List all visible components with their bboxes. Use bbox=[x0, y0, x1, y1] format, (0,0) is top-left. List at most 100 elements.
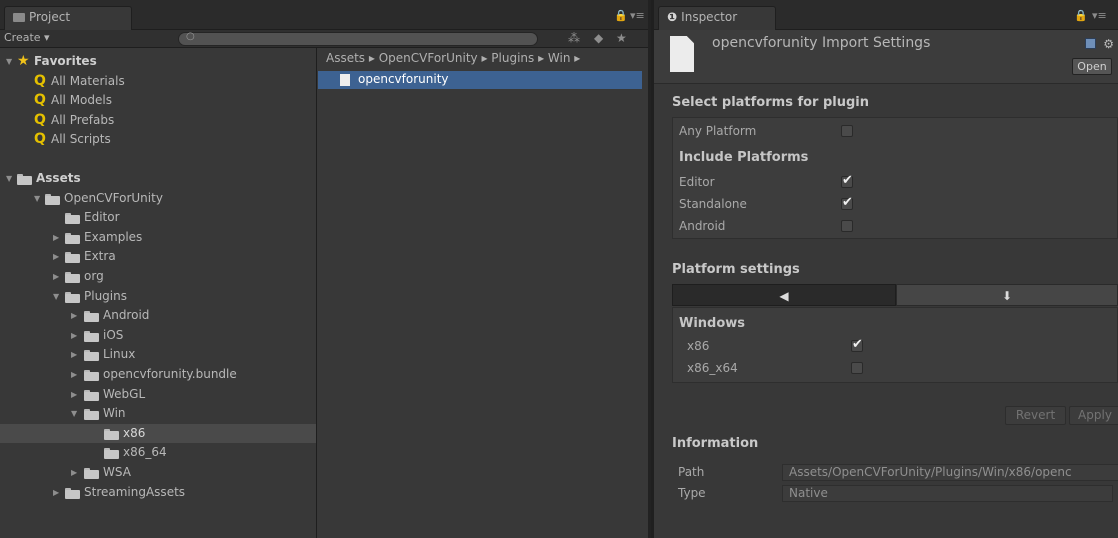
tree-item-examples[interactable]: ▶ Examples bbox=[0, 228, 316, 248]
assets-header[interactable]: ▼ Assets bbox=[0, 169, 316, 189]
expand-arrow-icon[interactable]: ▼ bbox=[71, 404, 77, 424]
tab-android-platform[interactable]: ⬇ bbox=[896, 284, 1118, 306]
filter-by-label-icon[interactable]: ◆ bbox=[594, 31, 603, 45]
tree-item-label: Plugins bbox=[84, 288, 127, 303]
favorites-label: Favorites bbox=[34, 54, 97, 68]
folder-icon bbox=[65, 487, 80, 499]
standalone-platform-icon: ◀ bbox=[779, 289, 789, 303]
document-icon bbox=[340, 74, 350, 86]
project-folder-icon bbox=[13, 13, 25, 22]
assets-label: Assets bbox=[36, 171, 81, 185]
search-icon: ○ bbox=[186, 31, 195, 42]
expand-arrow-icon[interactable]: ▼ bbox=[6, 169, 12, 189]
folder-icon bbox=[84, 311, 99, 323]
x86-checkbox[interactable] bbox=[851, 337, 863, 352]
tree-item-org[interactable]: ▶ org bbox=[0, 267, 316, 287]
project-window: Project 🔒 ▾≡ Create ▾ ○ ⁂ ◆ ★ ▼ ★ Favori… bbox=[0, 0, 648, 538]
project-tab[interactable]: Project bbox=[4, 6, 132, 30]
favorite-item-label: All Scripts bbox=[51, 132, 111, 147]
select-platforms-heading: Select platforms for plugin bbox=[672, 95, 870, 110]
platform-tabs: ◀ ⬇ bbox=[672, 284, 1118, 306]
favorite-star-icon[interactable]: ★ bbox=[616, 31, 627, 45]
folder-icon bbox=[65, 291, 80, 303]
tree-item-webgl[interactable]: ▶ WebGL bbox=[0, 385, 316, 405]
tree-item-label: Win bbox=[103, 406, 126, 421]
tree-item-extra[interactable]: ▶ Extra bbox=[0, 247, 316, 267]
lock-icon[interactable]: 🔒 bbox=[1074, 9, 1088, 22]
x86-x64-checkbox[interactable] bbox=[851, 362, 863, 374]
favorite-item[interactable]: Q All Scripts bbox=[0, 130, 316, 150]
folder-icon bbox=[84, 330, 99, 342]
path-label: Path bbox=[678, 465, 705, 479]
expand-arrow-icon[interactable]: ▼ bbox=[34, 189, 40, 209]
tree-item-ios[interactable]: ▶ iOS bbox=[0, 326, 316, 346]
favorite-item-label: All Materials bbox=[51, 73, 125, 88]
collapse-arrow-icon[interactable]: ▶ bbox=[71, 385, 77, 405]
apply-button[interactable]: Apply bbox=[1069, 406, 1118, 425]
expand-arrow-icon[interactable]: ▼ bbox=[53, 287, 59, 307]
help-book-icon[interactable] bbox=[1085, 38, 1096, 49]
collapse-arrow-icon[interactable]: ▶ bbox=[53, 267, 59, 287]
folder-icon bbox=[65, 213, 80, 225]
collapse-arrow-icon[interactable]: ▶ bbox=[71, 463, 77, 483]
any-platform-checkbox[interactable] bbox=[841, 125, 853, 137]
filter-by-type-icon[interactable]: ⁂ bbox=[568, 31, 580, 45]
breadcrumb[interactable]: Assets ▸ OpenCVForUnity ▸ Plugins ▸ Win … bbox=[326, 51, 580, 65]
collapse-arrow-icon[interactable]: ▶ bbox=[53, 247, 59, 267]
tree-item-linux[interactable]: ▶ Linux bbox=[0, 345, 316, 365]
create-dropdown[interactable]: Create ▾ bbox=[4, 31, 50, 44]
collapse-arrow-icon[interactable]: ▶ bbox=[53, 483, 59, 503]
search-input[interactable]: ○ bbox=[178, 31, 538, 46]
x86-x64-label: x86_x64 bbox=[687, 361, 738, 375]
folder-icon bbox=[104, 428, 119, 440]
inspector-tab[interactable]: ❶ Inspector bbox=[658, 6, 776, 30]
collapse-arrow-icon[interactable]: ▶ bbox=[71, 345, 77, 365]
tree-item-x86-64[interactable]: x86_64 bbox=[0, 443, 316, 463]
favorite-item[interactable]: Q All Materials bbox=[0, 72, 316, 92]
favorite-item[interactable]: Q All Models bbox=[0, 91, 316, 111]
tree-item-bundle[interactable]: ▶ opencvforunity.bundle bbox=[0, 365, 316, 385]
search-filter-icon: Q bbox=[34, 92, 46, 109]
favorite-item-label: All Prefabs bbox=[51, 112, 115, 127]
folder-icon bbox=[65, 252, 80, 264]
type-field[interactable]: Native bbox=[782, 485, 1113, 502]
tree-item-label: StreamingAssets bbox=[84, 484, 186, 499]
windows-settings-box: Windows x86 x86_x64 bbox=[672, 307, 1118, 383]
tree-item-opencvforunity[interactable]: ▼ OpenCVForUnity bbox=[0, 189, 316, 209]
tree-item-editor[interactable]: Editor bbox=[0, 208, 316, 228]
tree-item-plugins[interactable]: ▼ Plugins bbox=[0, 287, 316, 307]
editor-checkbox[interactable] bbox=[841, 173, 853, 188]
path-field[interactable]: Assets/OpenCVForUnity/Plugins/Win/x86/op… bbox=[782, 464, 1118, 481]
any-platform-label: Any Platform bbox=[679, 124, 757, 138]
tree-item-wsa[interactable]: ▶ WSA bbox=[0, 463, 316, 483]
open-button[interactable]: Open bbox=[1072, 58, 1112, 75]
file-item-selected[interactable]: opencvforunity bbox=[318, 71, 642, 89]
collapse-arrow-icon[interactable]: ▶ bbox=[71, 365, 77, 385]
tree-item-win[interactable]: ▼ Win bbox=[0, 404, 316, 424]
tree-item-label: WSA bbox=[103, 465, 131, 479]
tree-item-streamingassets[interactable]: ▶ StreamingAssets bbox=[0, 483, 316, 503]
lock-icon[interactable]: 🔒 bbox=[614, 9, 628, 22]
information-heading: Information bbox=[672, 436, 759, 451]
favorites-header[interactable]: ▼ ★ Favorites bbox=[0, 52, 316, 72]
gear-icon[interactable]: ⚙ bbox=[1103, 37, 1114, 51]
inspector-title: opencvforunity Import Settings bbox=[712, 35, 931, 51]
tree-item-android[interactable]: ▶ Android bbox=[0, 306, 316, 326]
window-menu-icon[interactable]: ▾≡ bbox=[1092, 9, 1107, 22]
revert-button[interactable]: Revert bbox=[1005, 406, 1066, 425]
collapse-arrow-icon[interactable]: ▶ bbox=[53, 228, 59, 248]
type-label: Type bbox=[678, 486, 706, 500]
tree-item-x86[interactable]: x86 bbox=[0, 423, 316, 444]
inspector-header: opencvforunity Import Settings ⚙ Open bbox=[654, 30, 1118, 84]
standalone-checkbox[interactable] bbox=[841, 195, 853, 210]
android-checkbox[interactable] bbox=[841, 220, 853, 232]
window-menu-icon[interactable]: ▾≡ bbox=[630, 9, 645, 22]
folder-icon bbox=[45, 193, 60, 205]
collapse-arrow-icon[interactable]: ▶ bbox=[71, 326, 77, 346]
folder-icon bbox=[104, 448, 119, 460]
expand-arrow-icon[interactable]: ▼ bbox=[6, 52, 12, 72]
collapse-arrow-icon[interactable]: ▶ bbox=[71, 306, 77, 326]
tree-item-label: x86 bbox=[123, 425, 146, 440]
favorite-item[interactable]: Q All Prefabs bbox=[0, 111, 316, 131]
tab-standalone-platform[interactable]: ◀ bbox=[672, 284, 896, 306]
